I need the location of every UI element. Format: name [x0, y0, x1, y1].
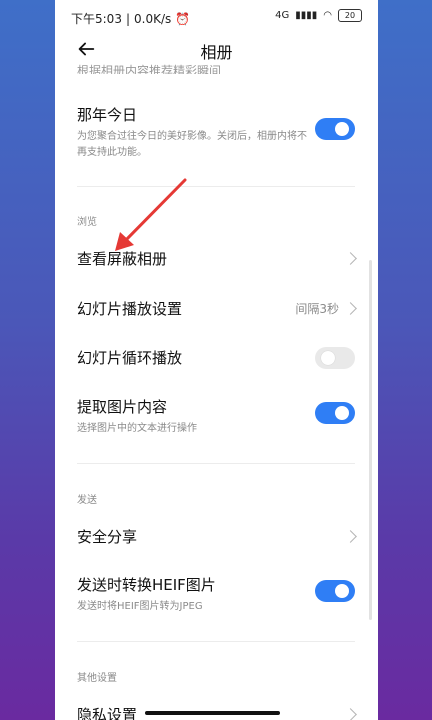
hidden-albums-row[interactable]: 查看屏蔽相册 [77, 248, 357, 272]
home-indicator [145, 711, 280, 715]
hidden-albums-label: 查看屏蔽相册 [77, 250, 168, 268]
divider [77, 463, 355, 464]
memories-row[interactable]: 那年今日 为您聚合过往今日的美好影像。关闭后，相册内将不再支持此功能。 [77, 104, 355, 164]
status-bar: 下午5:03 | 0.0K/s ⏰ 4G ▮▮▮▮ ◠ 20 [55, 0, 378, 34]
settings-screen: 下午5:03 | 0.0K/s ⏰ 4G ▮▮▮▮ ◠ 20 相册 根据相册内容… [55, 0, 378, 720]
safe-share-label: 安全分享 [77, 528, 138, 546]
convert-heif-row[interactable]: 发送时转换HEIF图片 发送时将HEIF图片转为JPEG [77, 574, 355, 614]
status-time: 下午5:03 [71, 12, 122, 26]
slideshow-settings-row[interactable]: 幻灯片播放设置 间隔3秒 [77, 298, 357, 322]
convert-heif-label: 发送时转换HEIF图片 [77, 576, 216, 594]
memories-toggle[interactable] [315, 118, 355, 140]
safe-share-row[interactable]: 安全分享 [77, 526, 357, 550]
alarm-icon: ⏰ [175, 11, 191, 26]
extract-content-description: 选择图片中的文本进行操作 [77, 423, 197, 434]
divider [77, 186, 355, 187]
extract-content-toggle[interactable] [315, 402, 355, 424]
slideshow-loop-toggle[interactable] [315, 347, 355, 369]
send-section-header: 发送 [77, 495, 97, 506]
scrollbar[interactable] [369, 260, 372, 620]
wifi-icon: ◠ [323, 10, 332, 21]
network-speed: 0.0K/s [134, 11, 172, 26]
slideshow-loop-row[interactable]: 幻灯片循环播放 [77, 347, 355, 371]
extract-content-label: 提取图片内容 [77, 398, 168, 416]
memories-description: 为您聚合过往今日的美好影像。关闭后，相册内将不再支持此功能。 [77, 131, 307, 158]
convert-heif-toggle[interactable] [315, 580, 355, 602]
other-section-header: 其他设置 [77, 673, 117, 684]
divider [77, 641, 355, 642]
signal-icon: ▮▮▮▮ [295, 10, 318, 21]
browse-section-header: 浏览 [77, 217, 97, 228]
page-title: 相册 [200, 43, 233, 62]
slideshow-loop-label: 幻灯片循环播放 [77, 349, 183, 367]
clipped-description: 根据相册内容推荐精彩瞬间 [77, 64, 222, 74]
network-label: 4G [275, 10, 290, 21]
convert-heif-description: 发送时将HEIF图片转为JPEG [77, 601, 203, 612]
slideshow-interval-value: 间隔3秒 [295, 302, 339, 316]
memories-label: 那年今日 [77, 106, 138, 124]
extract-content-row[interactable]: 提取图片内容 选择图片中的文本进行操作 [77, 396, 355, 436]
battery-icon: 20 [338, 9, 362, 22]
